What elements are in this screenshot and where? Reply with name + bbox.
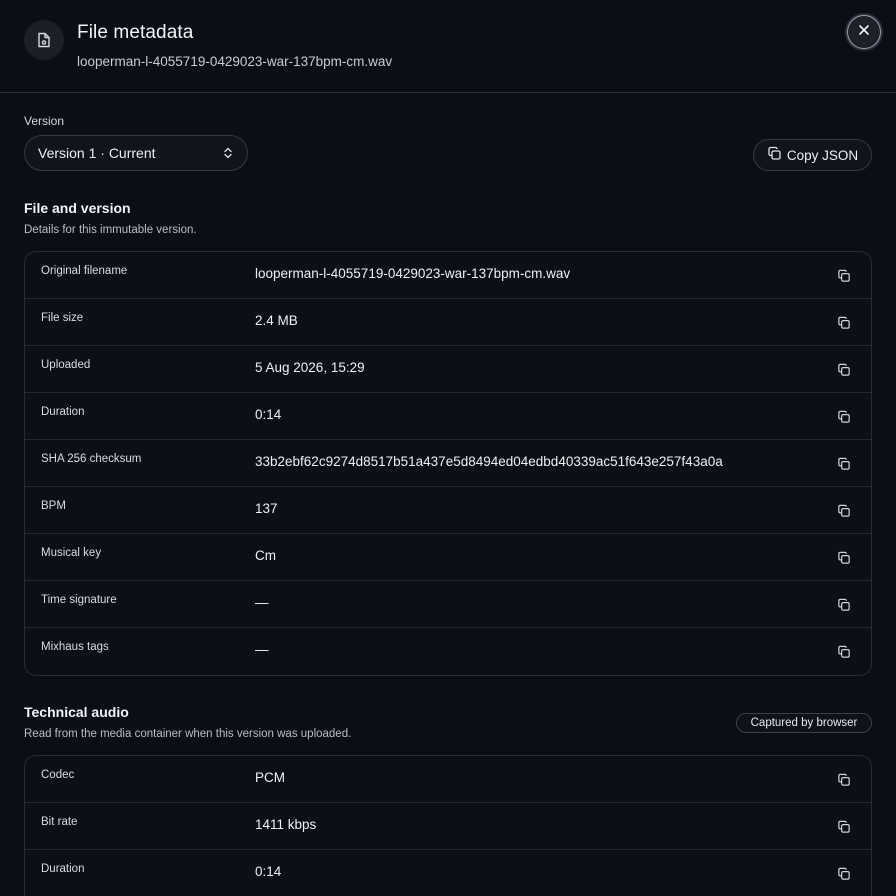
file-row-value: 137 bbox=[255, 501, 278, 516]
copy-icon bbox=[767, 146, 782, 164]
file-section-title: File and version bbox=[24, 200, 131, 216]
file-row-label: Time signature bbox=[41, 594, 117, 606]
file-row-value: 0:14 bbox=[255, 407, 282, 422]
file-row-value: 33b2ebf62c9274d8517b51a437e5d8494ed04edb… bbox=[255, 454, 723, 469]
copy-icon[interactable] bbox=[836, 362, 852, 378]
file-row-value: — bbox=[255, 642, 269, 657]
copy-icon[interactable] bbox=[836, 456, 852, 472]
copy-icon[interactable] bbox=[836, 315, 852, 331]
audio-section-description: Read from the media container when this … bbox=[24, 728, 352, 740]
version-select[interactable]: Version 1 · Current bbox=[24, 135, 248, 171]
copy-json-label: Copy JSON bbox=[786, 147, 859, 163]
table-row: SHA 256 checksum 33b2ebf62c9274d8517b51a4… bbox=[25, 440, 871, 487]
copy-icon[interactable] bbox=[836, 819, 852, 835]
copy-icon[interactable] bbox=[836, 409, 852, 425]
file-row-label: Uploaded bbox=[41, 359, 91, 371]
file-row-label: SHA 256 checksum bbox=[41, 453, 142, 465]
audio-row-label: Codec bbox=[41, 769, 75, 781]
table-row: Original filename looperman-l-4055719-042… bbox=[25, 252, 871, 299]
dialog-title: File metadata bbox=[77, 22, 194, 43]
copy-icon[interactable] bbox=[836, 597, 852, 613]
file-row-label: BPM bbox=[41, 500, 66, 512]
file-row-label: Duration bbox=[41, 406, 85, 418]
captured-by-browser-badge: Captured by browser bbox=[736, 713, 872, 733]
file-row-label: Musical key bbox=[41, 547, 102, 559]
copy-json-button[interactable]: Copy JSON bbox=[753, 139, 872, 171]
audio-row-value: PCM bbox=[255, 770, 285, 785]
dialog-header: File metadata looperman-l-4055719-042902… bbox=[0, 0, 896, 93]
file-row-label: Original filename bbox=[41, 265, 128, 277]
table-row: Musical key Cm bbox=[25, 534, 871, 581]
copy-icon[interactable] bbox=[836, 550, 852, 566]
table-row: Bit rate 1411 kbps bbox=[25, 803, 871, 850]
table-row: Codec PCM bbox=[25, 756, 871, 803]
file-row-label: File size bbox=[41, 312, 84, 324]
copy-icon[interactable] bbox=[836, 644, 852, 660]
table-row: Duration 0:14 bbox=[25, 850, 871, 896]
table-row: Uploaded 5 Aug 2026, 15:29 bbox=[25, 346, 871, 393]
close-button[interactable] bbox=[847, 15, 881, 49]
audio-section-title: Technical audio bbox=[24, 704, 129, 720]
file-row-value: Cm bbox=[255, 548, 276, 563]
file-section-description: Details for this immutable version. bbox=[24, 224, 197, 236]
version-label: Version bbox=[24, 114, 65, 128]
copy-icon[interactable] bbox=[836, 268, 852, 284]
file-row-value: — bbox=[255, 595, 269, 610]
table-row: BPM 137 bbox=[25, 487, 871, 534]
table-row: Duration 0:14 bbox=[25, 393, 871, 440]
file-details-table: Original filename looperman-l-4055719-042… bbox=[24, 251, 872, 676]
table-row: Mixhaus tags — bbox=[25, 628, 871, 675]
audio-row-value: 1411 kbps bbox=[255, 817, 317, 832]
chevron-up-down-icon bbox=[221, 146, 235, 163]
audio-row-label: Duration bbox=[41, 863, 85, 875]
technical-audio-table: Codec PCM Bit rate 1411 kbps Duration 0:14 bbox=[24, 755, 872, 896]
close-icon bbox=[858, 23, 870, 41]
table-row: Time signature — bbox=[25, 581, 871, 628]
file-row-value: 2.4 MB bbox=[255, 313, 298, 328]
copy-icon[interactable] bbox=[836, 503, 852, 519]
file-row-value: looperman-l-4055719-0429023-war-137bpm-c… bbox=[255, 266, 571, 281]
dialog-subtitle-filename: looperman-l-4055719-0429023-war-137bpm-c… bbox=[77, 54, 393, 69]
audio-row-label: Bit rate bbox=[41, 816, 78, 828]
table-row: File size 2.4 MB bbox=[25, 299, 871, 346]
file-audio-icon bbox=[24, 20, 64, 60]
version-select-value: Version 1 · Current bbox=[38, 145, 156, 161]
file-metadata-dialog: File metadata looperman-l-4055719-042902… bbox=[0, 0, 896, 896]
copy-icon[interactable] bbox=[836, 866, 852, 882]
file-row-value: 5 Aug 2026, 15:29 bbox=[255, 360, 365, 375]
file-row-label: Mixhaus tags bbox=[41, 641, 109, 653]
copy-icon[interactable] bbox=[836, 772, 852, 788]
audio-row-value: 0:14 bbox=[255, 864, 282, 879]
